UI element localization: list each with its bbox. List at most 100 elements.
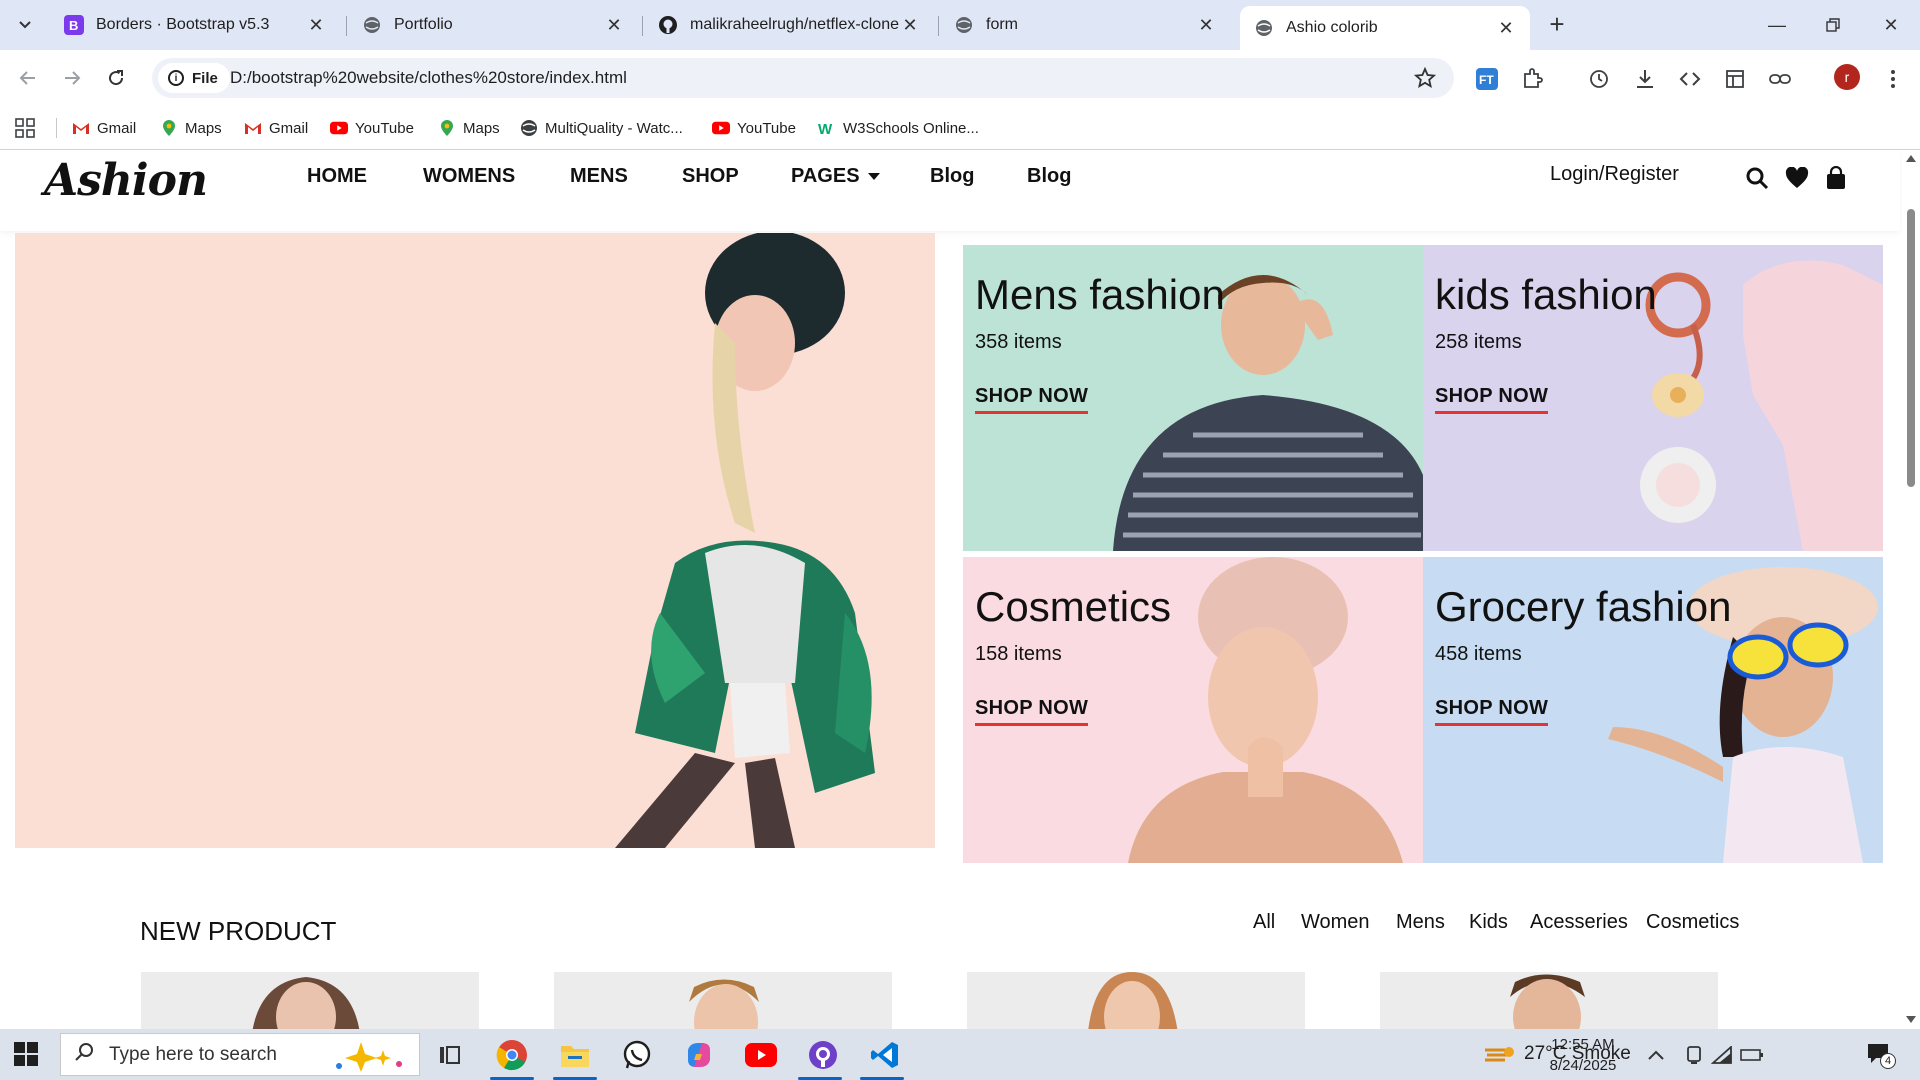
weather-icon[interactable] bbox=[1482, 1037, 1516, 1073]
filter-acesseries[interactable]: Acesseries bbox=[1530, 911, 1628, 934]
category-card-kids[interactable]: kids fashion 258 items SHOP NOW bbox=[1423, 245, 1883, 551]
bookmark-maps[interactable]: Maps bbox=[438, 116, 500, 140]
bookmark-multiquality[interactable]: MultiQuality - Watc... bbox=[520, 116, 683, 140]
page-scrollbar[interactable] bbox=[1902, 151, 1920, 1029]
bookmark-youtube[interactable]: YouTube bbox=[330, 116, 414, 140]
category-card-mens[interactable]: Mens fashion 358 items SHOP NOW bbox=[963, 245, 1423, 551]
shop-now-link[interactable]: SHOP NOW bbox=[975, 697, 1089, 726]
bookmarks-divider bbox=[56, 118, 57, 138]
category-card-grocery[interactable]: Grocery fashion 458 items SHOP NOW bbox=[1423, 557, 1883, 863]
shop-now-link[interactable]: SHOP NOW bbox=[1435, 385, 1549, 414]
tab-form[interactable]: form ✕ bbox=[940, 6, 1230, 44]
product-card[interactable] bbox=[141, 972, 479, 1029]
login-register-link[interactable]: Login/Register bbox=[1550, 163, 1679, 186]
filter-mens[interactable]: Mens bbox=[1396, 911, 1445, 934]
profile-avatar[interactable]: r bbox=[1834, 64, 1860, 90]
taskbar-vscode[interactable] bbox=[867, 1037, 903, 1073]
search-icon[interactable] bbox=[1744, 165, 1770, 191]
scroll-down-arrow-icon[interactable] bbox=[1906, 1016, 1916, 1023]
filter-all[interactable]: All bbox=[1253, 911, 1275, 934]
shop-now-link[interactable]: SHOP NOW bbox=[1435, 697, 1549, 726]
back-button[interactable] bbox=[10, 60, 46, 96]
bookmark-youtube[interactable]: YouTube bbox=[712, 116, 796, 140]
nav-blog-2[interactable]: Blog bbox=[1027, 165, 1071, 188]
nav-home[interactable]: HOME bbox=[307, 165, 367, 188]
battery-icon[interactable] bbox=[1740, 1037, 1764, 1073]
address-bar[interactable]: i File D:/bootstrap%20website/clothes%20… bbox=[152, 58, 1454, 98]
star-icon[interactable] bbox=[1413, 66, 1437, 94]
reload-button[interactable] bbox=[98, 60, 134, 96]
category-grid: Mens fashion 358 items SHOP NOW kids fas… bbox=[963, 245, 1884, 863]
taskbar-search-box[interactable]: Type here to search bbox=[60, 1033, 420, 1076]
taskbar-copilot[interactable] bbox=[681, 1037, 717, 1073]
restore-button[interactable] bbox=[1818, 10, 1848, 40]
shop-now-link[interactable]: SHOP NOW bbox=[975, 385, 1089, 414]
history-button[interactable] bbox=[1584, 64, 1614, 94]
minimize-button[interactable]: — bbox=[1762, 10, 1792, 40]
tab-github[interactable]: malikraheelrugh/netflex-clone: ✕ bbox=[644, 6, 934, 44]
taskbar-github-desktop[interactable] bbox=[805, 1037, 841, 1073]
taskbar-whatsapp[interactable] bbox=[619, 1037, 655, 1073]
taskbar-file-explorer[interactable] bbox=[557, 1037, 593, 1073]
close-icon[interactable]: ✕ bbox=[306, 15, 326, 36]
scroll-up-arrow-icon[interactable] bbox=[1906, 155, 1916, 162]
close-icon[interactable]: ✕ bbox=[900, 15, 920, 36]
task-view-button[interactable] bbox=[432, 1037, 468, 1073]
url-text[interactable]: D:/bootstrap%20website/clothes%20store/i… bbox=[230, 68, 627, 88]
heart-icon[interactable] bbox=[1784, 165, 1810, 191]
device-icon[interactable] bbox=[1682, 1037, 1706, 1073]
filter-kids[interactable]: Kids bbox=[1469, 911, 1508, 934]
tab-search-button[interactable] bbox=[8, 8, 42, 42]
extensions-button[interactable] bbox=[1517, 64, 1547, 94]
apps-grid-icon[interactable] bbox=[14, 117, 36, 139]
product-card[interactable] bbox=[967, 972, 1305, 1029]
product-card[interactable] bbox=[554, 972, 892, 1029]
category-card-cosmetics[interactable]: Cosmetics 158 items SHOP NOW bbox=[963, 557, 1423, 863]
bookmark-gmail[interactable]: Gmail bbox=[72, 116, 136, 140]
wifi-icon[interactable] bbox=[1710, 1037, 1734, 1073]
bookmark-maps[interactable]: Maps bbox=[160, 116, 222, 140]
nav-blog[interactable]: Blog bbox=[930, 165, 974, 188]
notification-center-button[interactable]: 4 bbox=[1866, 1041, 1896, 1069]
folder-icon bbox=[561, 1046, 589, 1067]
filter-women[interactable]: Women bbox=[1301, 911, 1370, 934]
close-icon[interactable]: ✕ bbox=[1496, 18, 1516, 39]
tab-bootstrap[interactable]: B Borders · Bootstrap v5.3 ✕ bbox=[50, 6, 340, 44]
link-button[interactable] bbox=[1765, 64, 1795, 94]
close-icon[interactable]: ✕ bbox=[1196, 15, 1216, 36]
forward-button[interactable] bbox=[54, 60, 90, 96]
w3schools-icon: W bbox=[818, 119, 836, 137]
site-info-chip[interactable]: i File bbox=[158, 63, 230, 93]
nav-mens[interactable]: MENS bbox=[570, 165, 628, 188]
tab-layout-button[interactable] bbox=[1720, 64, 1750, 94]
downloads-button[interactable] bbox=[1630, 64, 1660, 94]
devtools-button[interactable] bbox=[1675, 64, 1705, 94]
maps-icon bbox=[160, 119, 178, 137]
close-window-button[interactable]: ✕ bbox=[1876, 10, 1906, 40]
taskbar-clock[interactable]: 12:55 AM 8/24/2025 bbox=[1538, 1034, 1628, 1076]
product-image bbox=[252, 977, 360, 1029]
hero-banner-image[interactable] bbox=[15, 233, 935, 848]
show-hidden-icons-chevron-up-icon[interactable] bbox=[1644, 1037, 1668, 1073]
taskbar-youtube[interactable] bbox=[743, 1037, 779, 1073]
scrollbar-thumb[interactable] bbox=[1907, 209, 1915, 487]
bookmark-gmail[interactable]: Gmail bbox=[244, 116, 308, 140]
tab-title: form bbox=[986, 16, 1018, 33]
shopping-bag-icon[interactable] bbox=[1823, 165, 1849, 191]
site-logo[interactable]: Ashion bbox=[44, 155, 208, 206]
new-tab-button[interactable]: + bbox=[1542, 10, 1572, 40]
nav-womens[interactable]: WOMENS bbox=[423, 165, 515, 188]
taskbar-chrome[interactable] bbox=[494, 1037, 530, 1073]
tab-portfolio[interactable]: Portfolio ✕ bbox=[348, 6, 638, 44]
restore-icon bbox=[1826, 18, 1840, 32]
close-icon[interactable]: ✕ bbox=[604, 15, 624, 36]
filter-cosmetics[interactable]: Cosmetics bbox=[1646, 911, 1739, 934]
nav-shop[interactable]: SHOP bbox=[682, 165, 739, 188]
bookmark-w3schools[interactable]: W W3Schools Online... bbox=[818, 116, 979, 140]
browser-menu-button[interactable] bbox=[1878, 64, 1908, 94]
translate-extension-button[interactable]: FT bbox=[1472, 64, 1502, 94]
product-card[interactable] bbox=[1380, 972, 1718, 1029]
windows-start-button[interactable] bbox=[14, 1042, 38, 1066]
tab-ashio-active[interactable]: Ashio colorib ✕ bbox=[1240, 6, 1530, 50]
nav-pages[interactable]: PAGES bbox=[791, 165, 880, 188]
